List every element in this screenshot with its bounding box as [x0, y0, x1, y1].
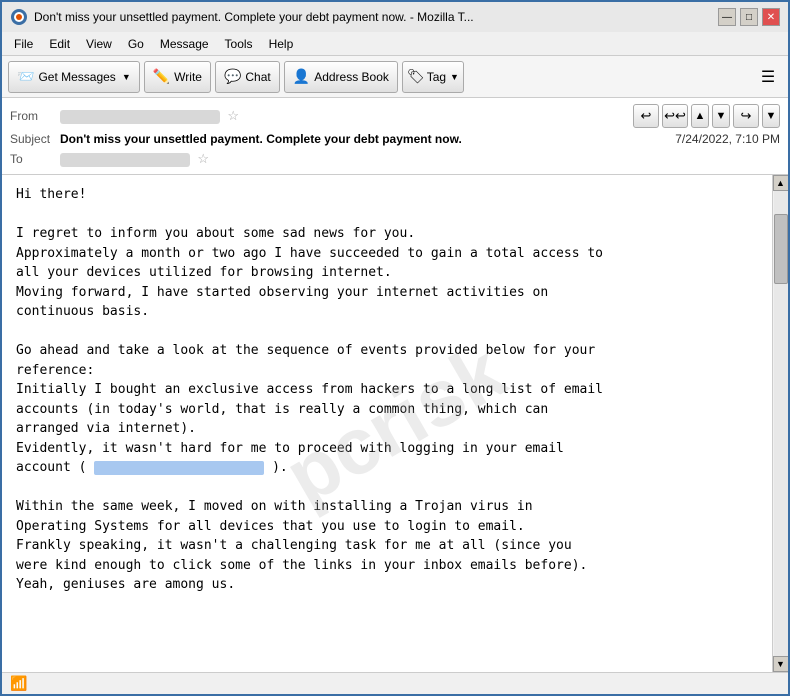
paragraph-3: Within the same week, I moved on with in…: [16, 497, 758, 595]
address-book-icon: 👤: [293, 68, 310, 85]
status-icon: 📶: [10, 675, 27, 692]
greeting: Hi there!: [16, 185, 758, 205]
to-label: To: [10, 152, 60, 166]
window-title: Don't miss your unsettled payment. Compl…: [34, 10, 718, 24]
maximize-button[interactable]: □: [740, 8, 758, 26]
to-star-icon[interactable]: ☆: [197, 151, 209, 166]
menu-bar: File Edit View Go Message Tools Help: [2, 32, 788, 56]
subject-label: Subject: [10, 132, 60, 146]
from-star-icon[interactable]: ☆: [227, 108, 239, 123]
to-row: To ☆: [10, 148, 780, 170]
subject-text: Don't miss your unsettled payment. Compl…: [60, 132, 675, 146]
menu-tools[interactable]: Tools: [217, 35, 261, 53]
status-bar: 📶: [2, 672, 788, 694]
menu-go[interactable]: Go: [120, 35, 152, 53]
email-actions: ↩ ↩↩ ▲ ▼ ↪ ▼: [633, 104, 780, 128]
scroll-down-arrow[interactable]: ▼: [773, 656, 789, 672]
window-controls: — □ ✕: [718, 8, 780, 26]
menu-edit[interactable]: Edit: [41, 35, 78, 53]
write-label: Write: [174, 70, 202, 84]
tag-chevron: ▼: [450, 72, 459, 82]
next-button[interactable]: ▼: [712, 104, 730, 128]
minimize-button[interactable]: —: [718, 8, 736, 26]
chat-label: Chat: [245, 70, 270, 84]
prev-button[interactable]: ▲: [691, 104, 709, 128]
get-messages-label: Get Messages: [38, 70, 115, 84]
tag-button[interactable]: 🏷 Tag ▼: [402, 61, 464, 93]
reply-all-button[interactable]: ↩↩: [662, 104, 688, 128]
get-messages-icon: 📨: [17, 68, 34, 85]
date-text: 7/24/2022, 7:10 PM: [675, 132, 780, 146]
app-icon: [10, 8, 28, 26]
scrollbar[interactable]: ▲ ▼: [772, 175, 788, 672]
to-email-blurred: [60, 153, 190, 167]
get-messages-chevron[interactable]: ▼: [122, 72, 131, 82]
tag-icon: 🏷: [407, 68, 425, 85]
from-email-blurred: [60, 110, 220, 124]
menu-view[interactable]: View: [78, 35, 120, 53]
tag-label: Tag: [427, 70, 446, 84]
to-value: ☆: [60, 151, 780, 167]
paragraph-1: I regret to inform you about some sad ne…: [16, 224, 758, 322]
chat-button[interactable]: 💬 Chat: [215, 61, 280, 93]
email-link-blurred: [94, 461, 264, 475]
email-body-container: pcrisk Hi there! I regret to inform you …: [2, 175, 788, 672]
get-messages-button[interactable]: 📨 Get Messages ▼: [8, 61, 140, 93]
from-label: From: [10, 109, 60, 123]
scroll-track[interactable]: [774, 191, 788, 656]
write-icon: ✏️: [153, 68, 170, 85]
from-value: ☆: [60, 108, 633, 124]
write-button[interactable]: ✏️ Write: [144, 61, 211, 93]
scroll-thumb[interactable]: [774, 214, 788, 284]
close-button[interactable]: ✕: [762, 8, 780, 26]
hamburger-menu[interactable]: ☰: [754, 63, 782, 91]
menu-message[interactable]: Message: [152, 35, 217, 53]
paragraph-2: Go ahead and take a look at the sequence…: [16, 341, 758, 478]
scroll-up-arrow[interactable]: ▲: [773, 175, 789, 191]
email-body[interactable]: pcrisk Hi there! I regret to inform you …: [2, 175, 772, 672]
more-button[interactable]: ▼: [762, 104, 780, 128]
email-header: From ☆ ↩ ↩↩ ▲ ▼ ↪ ▼ Subject Don't miss y…: [2, 98, 788, 175]
toolbar: 📨 Get Messages ▼ ✏️ Write 💬 Chat 👤 Addre…: [2, 56, 788, 98]
menu-help[interactable]: Help: [261, 35, 302, 53]
main-window: File Edit View Go Message Tools Help 📨 G…: [0, 32, 790, 696]
address-book-label: Address Book: [314, 70, 389, 84]
address-book-button[interactable]: 👤 Address Book: [284, 61, 398, 93]
from-row: From ☆ ↩ ↩↩ ▲ ▼ ↪ ▼: [10, 102, 780, 130]
subject-row: Subject Don't miss your unsettled paymen…: [10, 130, 780, 148]
reply-button[interactable]: ↩: [633, 104, 659, 128]
menu-file[interactable]: File: [6, 35, 41, 53]
forward-button[interactable]: ↪: [733, 104, 759, 128]
title-bar: Don't miss your unsettled payment. Compl…: [0, 0, 790, 32]
chat-icon: 💬: [224, 68, 241, 85]
